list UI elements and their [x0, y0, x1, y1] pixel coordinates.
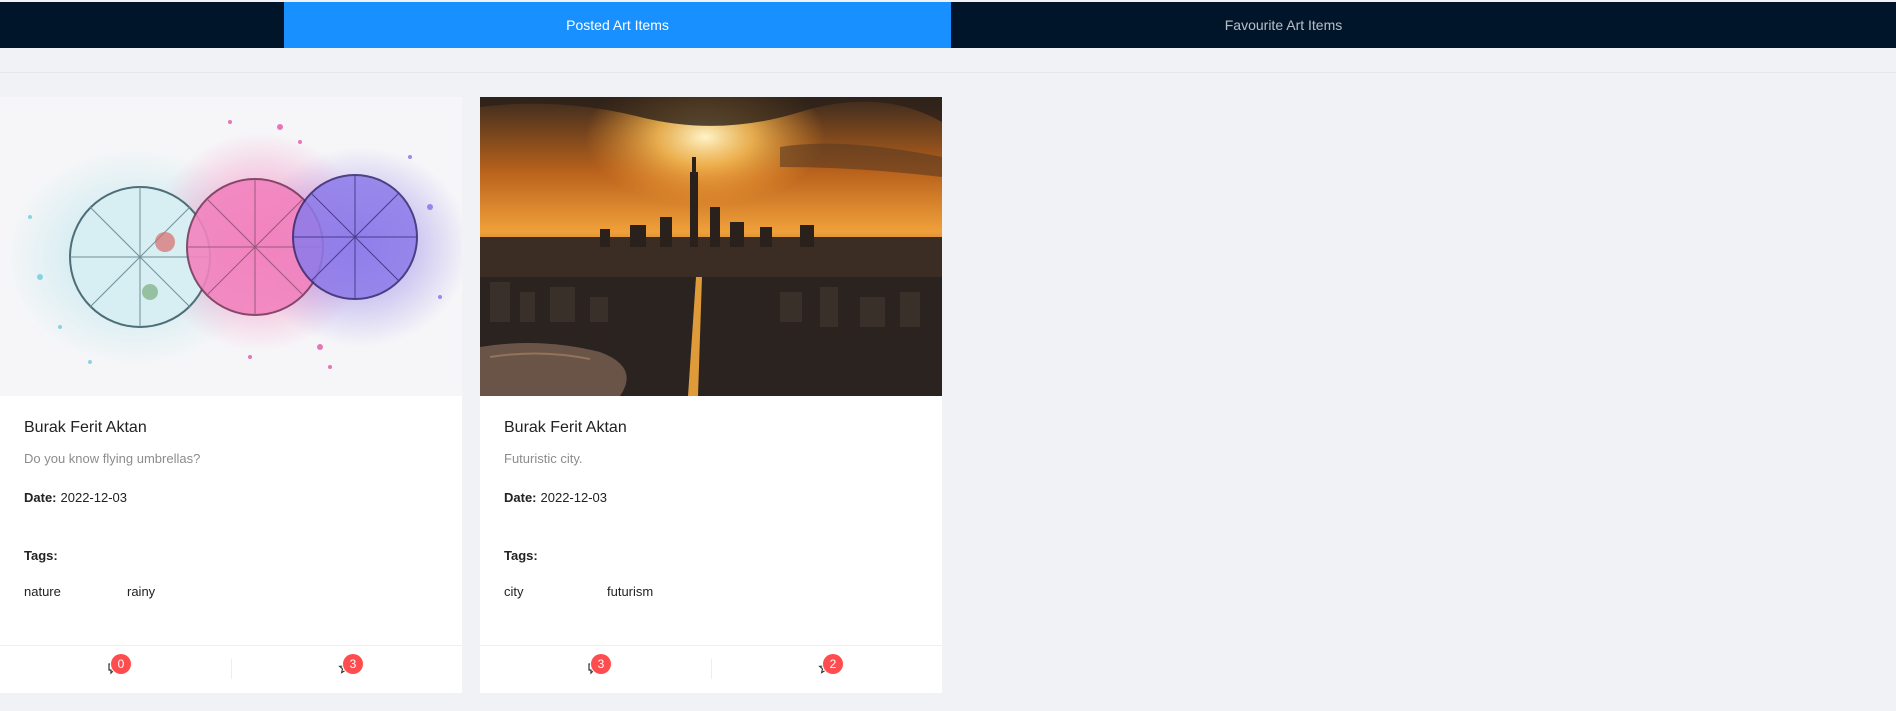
date-label: Date: [504, 490, 537, 505]
favorites-action[interactable]: 2 [711, 654, 942, 679]
comments-action[interactable]: 0 [0, 646, 231, 693]
date-value: 2022-12-03 [540, 490, 608, 505]
card-actions: 0 3 [0, 645, 462, 693]
date-label: Date: [24, 490, 57, 505]
art-item-card[interactable]: Burak Ferit Aktan Futuristic city. Date:… [480, 97, 942, 693]
art-image-umbrellas[interactable] [0, 97, 462, 396]
city-sunset-illustration [480, 97, 942, 396]
tag-item[interactable]: nature [24, 584, 61, 599]
date-value: 2022-12-03 [60, 490, 128, 505]
content-divider [0, 72, 1896, 73]
tags-label: Tags: [24, 548, 58, 563]
card-author: Burak Ferit Aktan [24, 419, 147, 436]
card-description: Futuristic city. [504, 451, 583, 466]
tab-posted-art-items[interactable]: Posted Art Items [284, 2, 951, 48]
favorites-action[interactable]: 3 [231, 654, 462, 679]
favorites-count-badge: 3 [343, 654, 363, 674]
tag-item[interactable]: city [504, 584, 524, 599]
card-actions: 3 2 [480, 645, 942, 693]
card-author: Burak Ferit Aktan [504, 419, 627, 436]
art-item-card[interactable]: Burak Ferit Aktan Do you know flying umb… [0, 97, 462, 693]
card-date: Date: 2022-12-03 [504, 490, 607, 505]
comments-count-badge: 3 [591, 654, 611, 674]
card-date: Date: 2022-12-03 [24, 490, 127, 505]
comments-action[interactable]: 3 [480, 646, 711, 693]
umbrellas-illustration [0, 97, 462, 396]
tag-item[interactable]: futurism [607, 584, 653, 599]
tags-label: Tags: [504, 548, 538, 563]
art-image-city[interactable] [480, 97, 942, 396]
top-tab-bar: Posted Art Items Favourite Art Items [0, 2, 1896, 48]
comments-count-badge: 0 [111, 654, 131, 674]
tab-favourite-art-items[interactable]: Favourite Art Items [951, 2, 1616, 48]
tag-item[interactable]: rainy [127, 584, 155, 599]
card-description: Do you know flying umbrellas? [24, 451, 201, 466]
favorites-count-badge: 2 [823, 654, 843, 674]
